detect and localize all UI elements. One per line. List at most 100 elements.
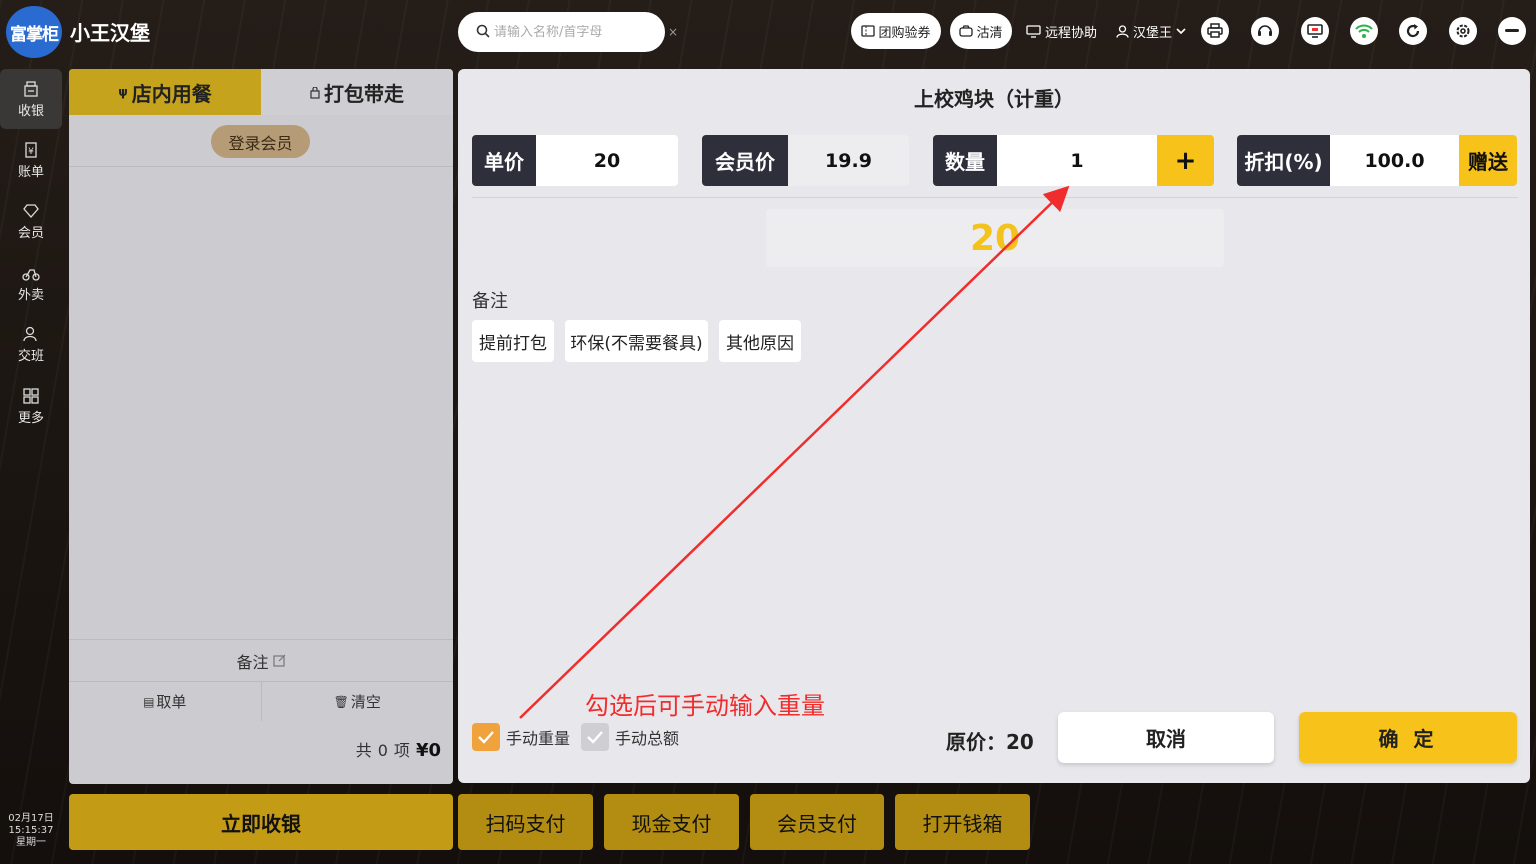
edit-icon: [272, 654, 285, 667]
settings-gear-icon[interactable]: [1449, 17, 1477, 45]
discount-field: 折扣(%) 100.0 赠送: [1237, 135, 1517, 186]
sidebar-item-more[interactable]: 更多: [0, 376, 62, 436]
order-panel: ψ 店内用餐 打包带走 登录会员 备注 ▤ 取单 🗑 清空 共 0 项 ¥0: [69, 69, 453, 784]
tab-takeaway-label: 打包带走: [324, 81, 404, 106]
unit-price-label: 单价: [472, 135, 536, 186]
quantity-field: 数量 1 +: [933, 135, 1214, 186]
clean-label: 沽清: [976, 25, 1003, 41]
sidebar-item-handover[interactable]: 交班: [0, 314, 62, 374]
checkout-button[interactable]: 立即收银: [69, 794, 453, 850]
scan-pay-button[interactable]: 扫码支付: [458, 794, 593, 850]
customer-service-icon[interactable]: [1251, 17, 1279, 45]
remark-chip[interactable]: 其他原因: [719, 320, 801, 362]
item-edit-dialog: 上校鸡块（计重） 单价 20 会员价 19.9 数量 1 + 折扣(%) 100…: [458, 69, 1530, 783]
order-summary: 共 0 项 ¥0: [356, 737, 441, 761]
clear-search-icon[interactable]: ×: [668, 25, 678, 39]
discount-input[interactable]: 100.0: [1330, 135, 1459, 186]
sidebar-item-delivery[interactable]: 外卖: [0, 253, 62, 313]
wifi-icon[interactable]: [1350, 17, 1378, 45]
delivery-icon: [22, 264, 40, 282]
bag-icon: [310, 80, 320, 104]
cashier-icon: [22, 80, 40, 98]
sidebar-item-cashier[interactable]: 收银: [0, 69, 62, 129]
login-member-button[interactable]: 登录会员: [211, 125, 310, 158]
confirm-button[interactable]: 确 定: [1299, 712, 1517, 763]
printer-icon[interactable]: [1201, 17, 1229, 45]
remote-assist-button[interactable]: 远程协助: [1026, 22, 1097, 41]
original-price: 原价：20: [946, 730, 1034, 754]
sidebar-item-label: 会员: [17, 225, 44, 241]
coupon-icon: [861, 25, 876, 37]
order-note-button[interactable]: 备注: [69, 639, 453, 681]
svg-text:¥: ¥: [28, 147, 34, 157]
group-coupon-label: 团购验券: [878, 25, 931, 41]
cash-pay-button[interactable]: 现金支付: [604, 794, 739, 850]
sidebar: 收银 ¥ 账单 会员 外卖 交班 更多: [0, 64, 64, 864]
quantity-plus-button[interactable]: +: [1157, 135, 1214, 186]
refresh-icon[interactable]: [1399, 17, 1427, 45]
handover-icon: [22, 325, 40, 343]
bill-icon: ¥: [22, 141, 40, 159]
order-note-label: 备注: [236, 652, 269, 672]
app-logo: 富掌柜: [6, 6, 62, 58]
item-count: 0: [377, 741, 388, 760]
unit-price-field: 单价 20: [472, 135, 678, 186]
clock: 02月17日 15:15:37 星期一: [0, 813, 62, 849]
user-menu[interactable]: 汉堡王: [1116, 22, 1186, 41]
manual-weight-label: 手动重量: [506, 729, 571, 748]
remark-title: 备注: [472, 291, 508, 312]
chevron-down-icon: [1176, 28, 1186, 35]
display-icon[interactable]: [1301, 17, 1329, 45]
clean-icon: [959, 25, 974, 37]
order-total: ¥0: [415, 740, 441, 761]
sidebar-item-label: 更多: [17, 410, 44, 426]
top-bar: 富掌柜 小王汉堡 × 团购验券 沽清 远程协助 汉堡王: [0, 0, 1536, 64]
cancel-button[interactable]: 取消: [1058, 712, 1274, 763]
monitor-icon: [1026, 25, 1041, 38]
dialog-title: 上校鸡块（计重）: [914, 87, 1074, 111]
sidebar-item-label: 收银: [17, 103, 44, 119]
sidebar-item-bill[interactable]: ¥ 账单: [0, 130, 62, 190]
tab-dine-in[interactable]: ψ 店内用餐: [69, 69, 261, 115]
open-drawer-button[interactable]: 打开钱箱: [895, 794, 1030, 850]
group-coupon-button[interactable]: 团购验券: [851, 13, 941, 49]
minimize-icon[interactable]: [1498, 17, 1526, 45]
sidebar-item-label: 账单: [17, 164, 44, 180]
search-input[interactable]: [494, 24, 664, 40]
quantity-input[interactable]: 1: [997, 135, 1157, 186]
remark-chip[interactable]: 提前打包: [472, 320, 554, 362]
item-total: 20: [766, 209, 1224, 267]
unit-price-input[interactable]: 20: [536, 135, 678, 186]
gift-button[interactable]: 赠送: [1459, 135, 1517, 186]
member-price-value: 19.9: [788, 135, 909, 186]
receipt-icon: ▤: [143, 694, 155, 709]
discount-label: 折扣(%): [1237, 135, 1330, 186]
store-name: 小王汉堡: [70, 21, 150, 45]
manual-weight-checkbox[interactable]: 手动重量: [472, 723, 570, 751]
clean-button[interactable]: 沽清: [950, 13, 1012, 49]
clear-order-button[interactable]: 🗑 清空: [262, 682, 454, 721]
sidebar-item-member[interactable]: 会员: [0, 191, 62, 251]
manual-total-label: 手动总额: [615, 729, 680, 748]
order-actions: ▤ 取单 🗑 清空: [69, 681, 453, 721]
member-price-field: 会员价 19.9: [702, 135, 909, 186]
quantity-label: 数量: [933, 135, 997, 186]
member-price-label: 会员价: [702, 135, 788, 186]
item-count-prefix: 共: [355, 741, 372, 760]
cutlery-icon: ψ: [118, 85, 128, 99]
divider: [472, 197, 1518, 198]
checkmark-icon: [472, 723, 500, 751]
checkmark-icon: [581, 723, 609, 751]
annotation-text: 勾选后可手动输入重量: [585, 692, 825, 720]
manual-total-checkbox[interactable]: 手动总额: [581, 723, 679, 751]
sidebar-item-label: 交班: [17, 348, 44, 364]
member-icon: [22, 202, 40, 220]
tab-takeaway[interactable]: 打包带走: [261, 69, 453, 115]
hold-order-button[interactable]: ▤ 取单: [69, 682, 262, 721]
remark-chip[interactable]: 环保(不需要餐具): [565, 320, 708, 362]
item-count-suffix: 项: [393, 741, 410, 760]
remote-assist-label: 远程协助: [1045, 26, 1098, 41]
clock-weekday: 星期一: [16, 837, 46, 848]
member-pay-button[interactable]: 会员支付: [750, 794, 884, 850]
search-box[interactable]: ×: [458, 12, 678, 52]
